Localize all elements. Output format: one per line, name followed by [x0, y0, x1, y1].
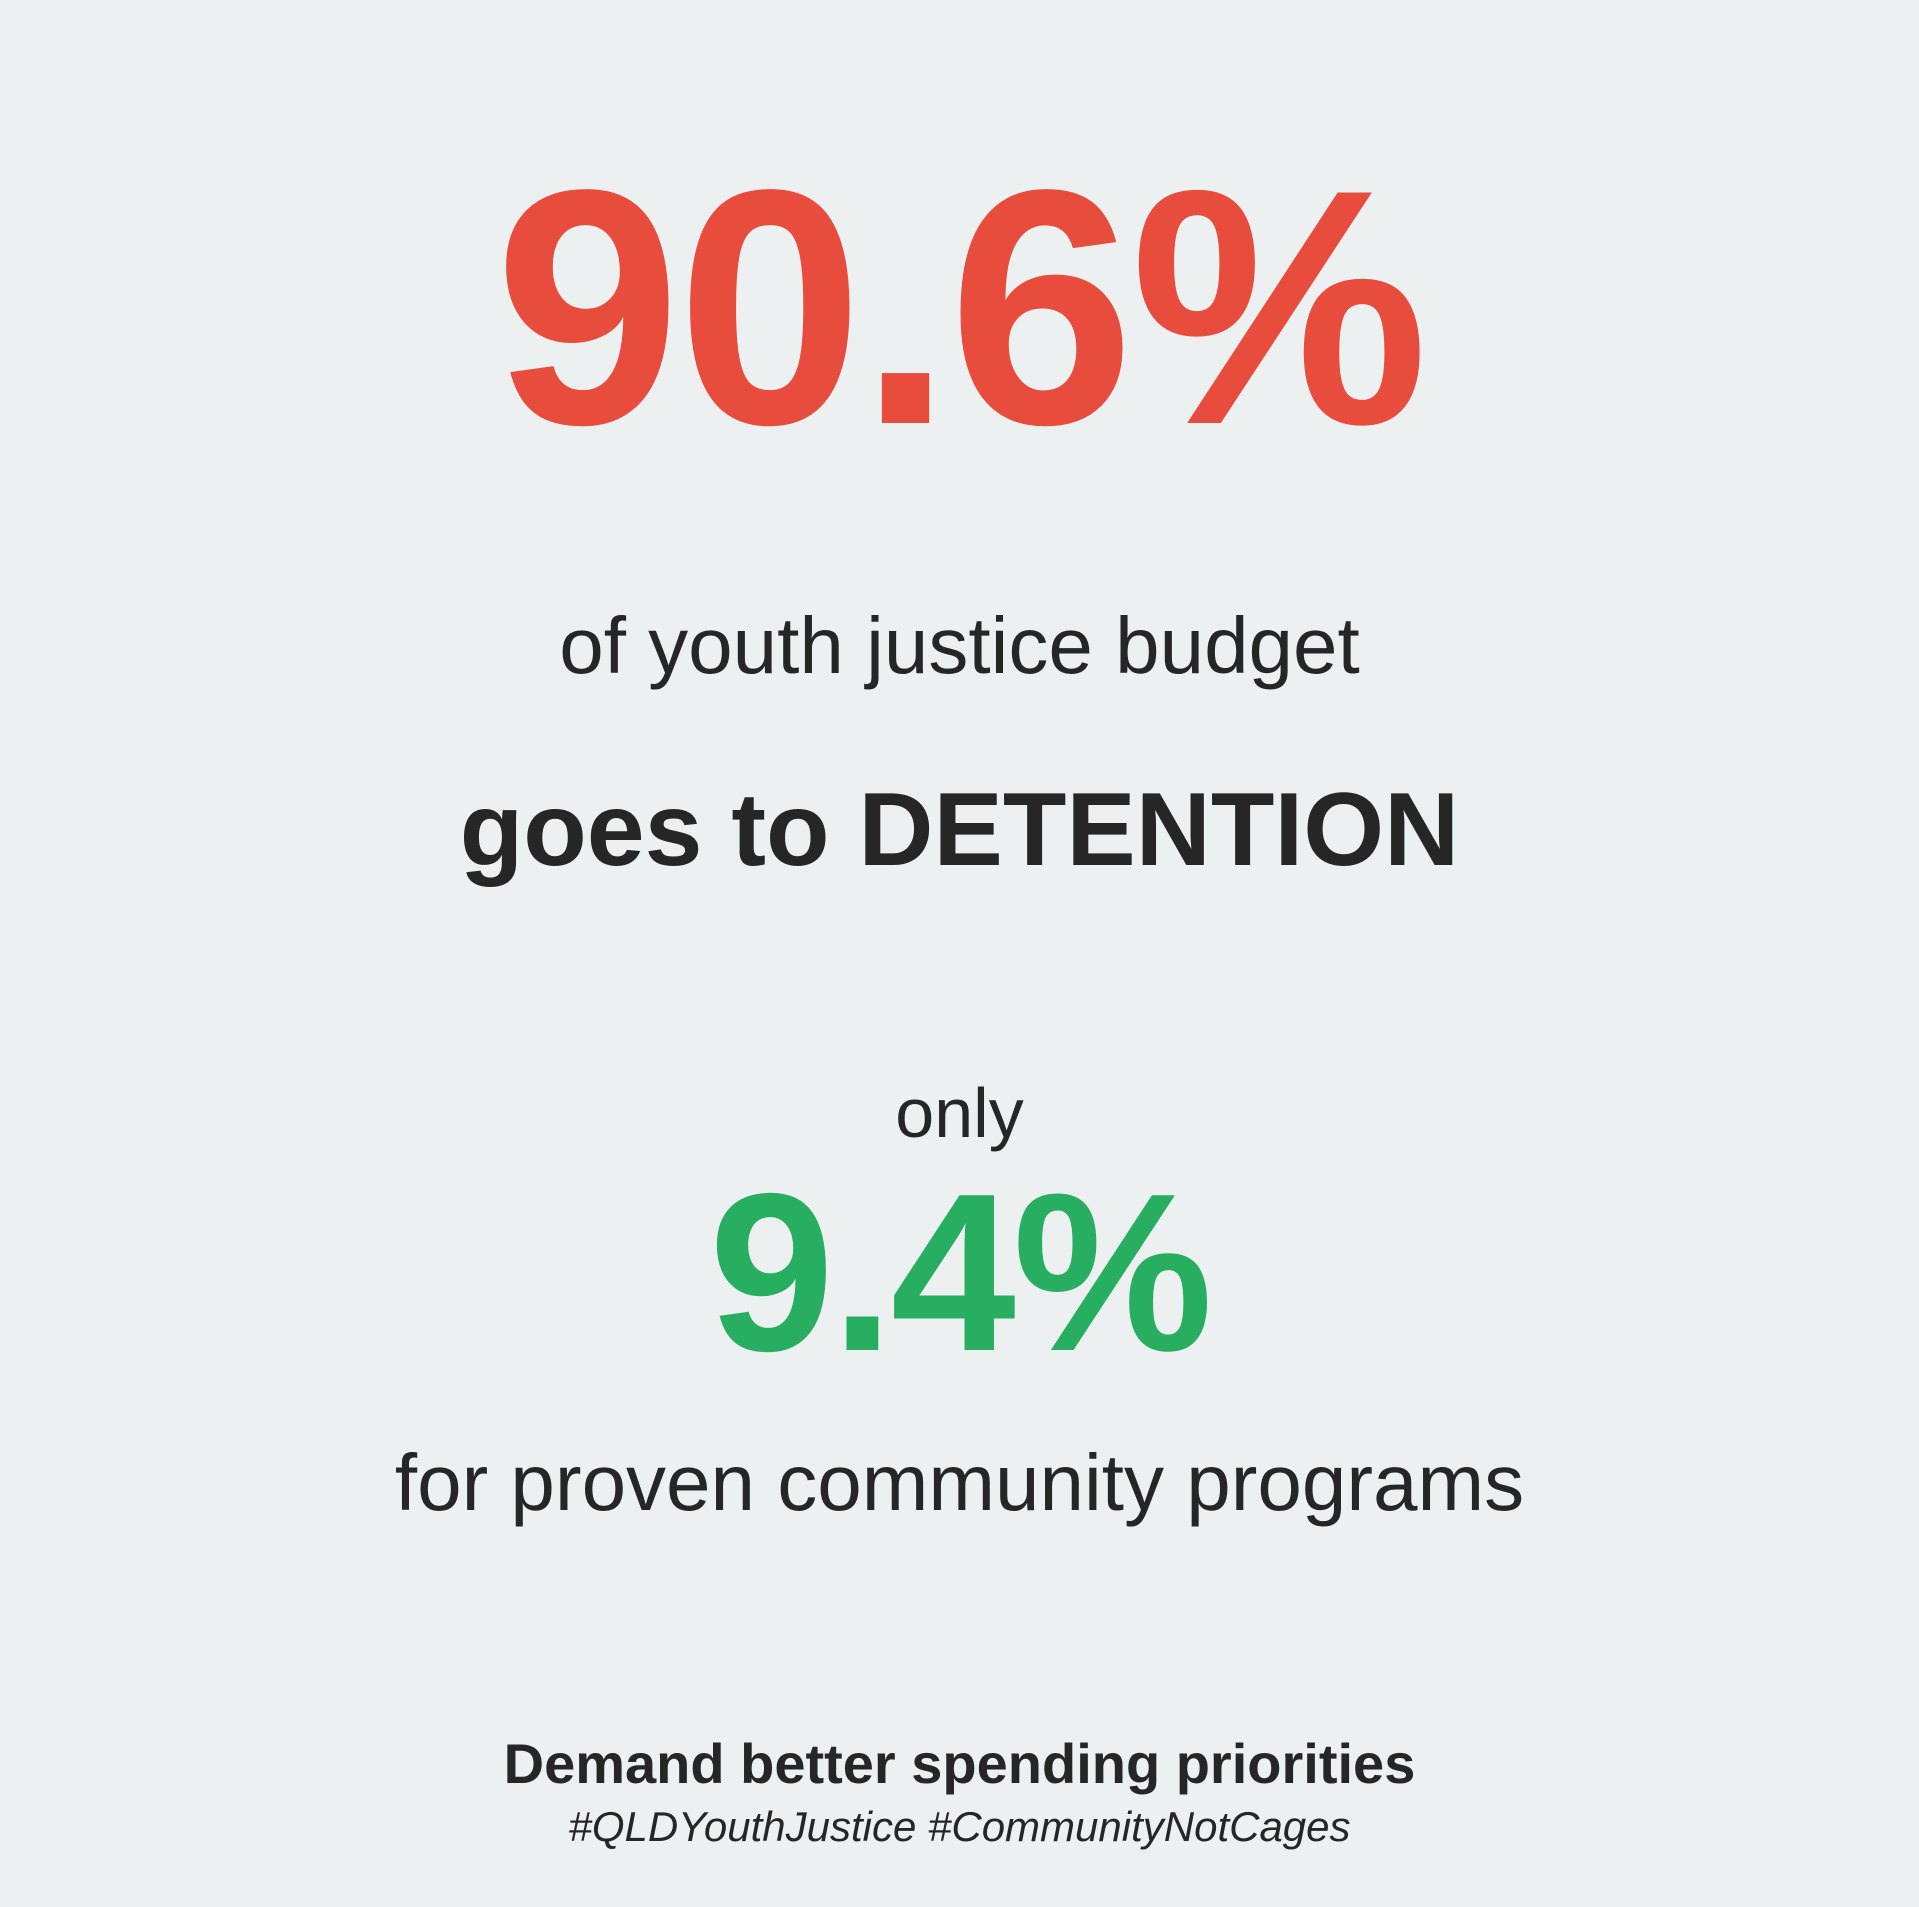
only-caption: only: [895, 1074, 1024, 1152]
call-to-action: Demand better spending priorities: [503, 1732, 1416, 1795]
community-percentage: 9.4%: [709, 1146, 1213, 1398]
detention-caption: goes to DETENTION: [459, 772, 1460, 888]
detention-percentage: 90.6%: [494, 120, 1429, 494]
community-caption: for proven community programs: [394, 1438, 1525, 1527]
budget-caption: of youth justice budget: [559, 601, 1360, 690]
hashtags: #QLDYouthJustice #CommunityNotCages: [568, 1803, 1351, 1850]
